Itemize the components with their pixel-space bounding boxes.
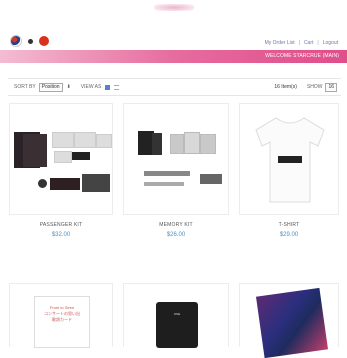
sort-label: SORT BY (14, 84, 36, 90)
photo-card (54, 151, 72, 163)
logout-link[interactable]: Logout (323, 40, 338, 46)
product-card[interactable]: ONE (123, 283, 229, 348)
book-cover (23, 134, 47, 167)
card-set (200, 174, 222, 184)
show-label: SHOW (306, 84, 323, 90)
photobook-image (255, 287, 329, 358)
product-card[interactable] (239, 283, 339, 358)
product-card-memory-kit[interactable] (123, 103, 229, 215)
us-flag-icon[interactable] (10, 35, 22, 47)
show-select[interactable]: 16 (325, 82, 337, 92)
product-card[interactable]: From to Seen コンサートの思い出 歌詞カード (9, 283, 113, 348)
cart-link[interactable]: Cart (304, 40, 313, 46)
product-card-t-shirt[interactable] (239, 103, 339, 215)
separator: | (317, 40, 319, 46)
sort-direction-icon[interactable]: ⬇ (67, 84, 71, 90)
photo-card (52, 132, 74, 148)
badge (38, 179, 47, 188)
my-order-list-link[interactable]: My Order List (265, 40, 295, 46)
sort-select[interactable]: Position (38, 82, 63, 92)
photo-card (74, 132, 96, 148)
photo-card (184, 132, 200, 154)
book-cover (152, 133, 162, 155)
lyrics-card-image: From to Seen コンサートの思い出 歌詞カード (34, 296, 90, 348)
product-price: $29.00 (279, 232, 299, 238)
separator: | (298, 40, 300, 46)
ticket-strip (144, 171, 190, 176)
item-count: 16 Item(s) (274, 84, 297, 90)
language-switcher (10, 35, 49, 47)
ticket (72, 152, 90, 160)
product-name[interactable]: T-SHIRT (239, 222, 339, 228)
photo-card (200, 134, 216, 154)
ticket-strip (144, 182, 184, 186)
product-price: $32.00 (51, 232, 71, 238)
wallet (50, 178, 80, 190)
cup-text: ONE (173, 312, 181, 316)
card-line: 歌詞カード (52, 317, 72, 322)
kr-flag-icon[interactable] (28, 38, 33, 44)
photo-card (170, 134, 184, 154)
list-view-icon[interactable] (114, 84, 120, 90)
product-price: $26.00 (166, 232, 186, 238)
cup-image (156, 302, 198, 348)
jp-flag-icon[interactable] (39, 36, 49, 46)
tshirt-image (255, 117, 325, 203)
product-toolbar: SORT BY Position ⬇ VIEW AS 16 Item(s) SH… (8, 78, 341, 96)
photo-card (96, 134, 112, 148)
logo-mark (154, 4, 194, 11)
view-label: VIEW AS (80, 84, 102, 90)
grid-view-icon[interactable] (105, 84, 111, 90)
group-photo (82, 174, 110, 192)
welcome-text: WELCOME STARCRUE (MAIN) (265, 53, 339, 59)
product-name[interactable]: PASSENGER KIT (11, 222, 111, 228)
top-links: My Order List | Cart | Logout (265, 40, 338, 46)
site-logo[interactable] (140, 0, 210, 14)
product-card-passenger-kit[interactable] (9, 103, 113, 215)
product-name[interactable]: MEMORY KIT (126, 222, 226, 228)
